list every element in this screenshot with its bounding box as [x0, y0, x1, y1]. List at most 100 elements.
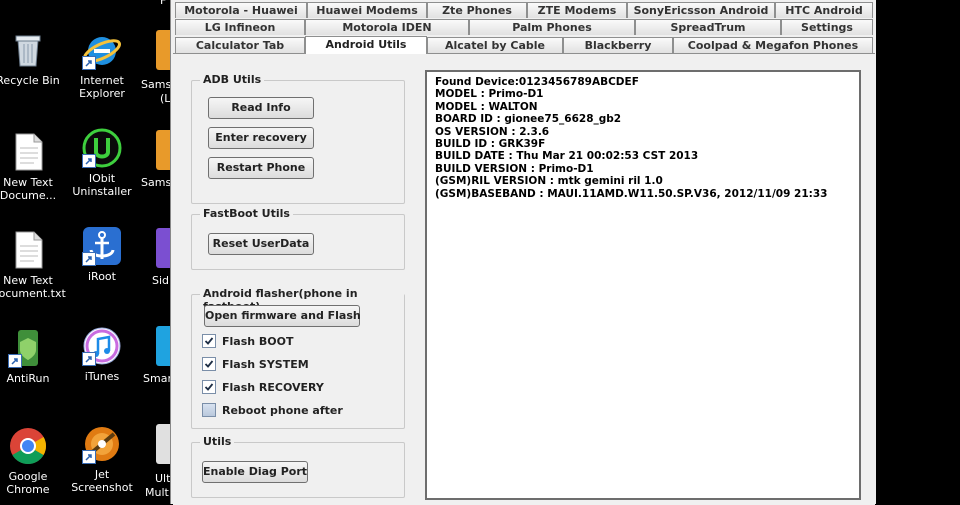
- checkbox-label: Flash RECOVERY: [222, 381, 324, 394]
- log-line: BUILD VERSION : Primo-D1: [435, 162, 594, 175]
- restart-phone-button[interactable]: Restart Phone: [208, 157, 314, 179]
- tab-strip: Motorola - Huawei Huawei Modems Zte Phon…: [171, 0, 877, 56]
- log-line: BUILD DATE : Thu Mar 21 00:02:53 CST 201…: [435, 150, 699, 163]
- open-firmware-and-flash-button[interactable]: Open firmware and Flash: [204, 305, 361, 327]
- desktop-icon-label: IObit Uninstaller: [72, 172, 132, 198]
- desktop-background-right: [876, 0, 960, 504]
- tab-lg-infineon[interactable]: LG Infineon: [175, 19, 305, 35]
- group-title: FastBoot Utils: [200, 207, 293, 220]
- group-android-flasher: Android flasher(phone in fastboot) Open …: [191, 287, 405, 429]
- desktop-icon-iroot[interactable]: iRoot: [62, 226, 142, 283]
- log-line: BUILD ID : GRK39F: [435, 138, 546, 151]
- desktop-icon-text-document-1[interactable]: New Text Docume...: [0, 132, 68, 202]
- tab-calculator[interactable]: Calculator Tab: [175, 37, 305, 53]
- group-title: ADB Utils: [200, 73, 265, 86]
- desktop-icon-label-partial: Smar: [143, 372, 172, 385]
- jet-screenshot-icon: [82, 424, 122, 464]
- checkbox-checked-icon: [202, 357, 216, 371]
- desktop-icon-iobit-uninstaller[interactable]: IObit Uninstaller: [62, 128, 142, 198]
- log-line: MODEL : Primo-D1: [435, 88, 544, 101]
- iobit-uninstaller-icon: [82, 128, 122, 168]
- desktop-icon-jet-screenshot[interactable]: Jet Screenshot: [62, 424, 142, 494]
- desktop-icon-google-chrome[interactable]: Google Chrome: [0, 426, 68, 496]
- app-window: Motorola - Huawei Huawei Modems Zte Phon…: [170, 0, 877, 505]
- tab-alcatel-by-cable[interactable]: Alcatel by Cable: [427, 37, 563, 53]
- chrome-icon: [8, 426, 48, 466]
- reboot-phone-after-checkbox[interactable]: Reboot phone after: [202, 403, 343, 419]
- shortcut-arrow-icon: [8, 354, 22, 368]
- itunes-icon: [82, 326, 122, 366]
- checkbox-unchecked-icon: [202, 403, 216, 417]
- log-line: MODEL : WALTON: [435, 100, 538, 113]
- desktop-icon-label: Google Chrome: [6, 470, 50, 496]
- log-line: Found Device:0123456789ABCDEF: [435, 76, 639, 88]
- tab-motorola-iden[interactable]: Motorola IDEN: [305, 19, 469, 35]
- flash-boot-checkbox[interactable]: Flash BOOT: [202, 334, 294, 350]
- flash-system-checkbox[interactable]: Flash SYSTEM: [202, 357, 309, 373]
- desktop-icon-text-document-2[interactable]: New Text Document.txt: [0, 230, 68, 300]
- checkbox-checked-icon: [202, 380, 216, 394]
- tab-huawei-modems[interactable]: Huawei Modems: [307, 2, 427, 18]
- flash-recovery-checkbox[interactable]: Flash RECOVERY: [202, 380, 324, 396]
- checkbox-checked-icon: [202, 334, 216, 348]
- desktop-icon-label: New Text Docume...: [0, 176, 57, 202]
- desktop-icon-internet-explorer[interactable]: Internet Explorer: [62, 30, 142, 100]
- desktop-icon-antirun[interactable]: AntiRun: [0, 328, 68, 385]
- group-adb-utils: ADB Utils Read Info Enter recovery Resta…: [191, 73, 405, 204]
- tab-zte-modems[interactable]: ZTE Modems: [527, 2, 627, 18]
- tab-blackberry[interactable]: Blackberry: [563, 37, 673, 53]
- anchor-icon: [82, 226, 122, 266]
- tab-motorola-huawei[interactable]: Motorola - Huawei: [175, 2, 307, 18]
- tab-content-android-utils: ADB Utils Read Info Enter recovery Resta…: [173, 53, 875, 505]
- group-fastboot-utils: FastBoot Utils Reset UserData: [191, 207, 405, 270]
- group-utils: Utils Enable Diag Port: [191, 435, 405, 498]
- shortcut-arrow-icon: [82, 352, 96, 366]
- tab-sonyericsson-android[interactable]: SonyEricsson Android: [627, 2, 775, 18]
- desktop-icon-label: iRoot: [88, 270, 116, 283]
- shortcut-arrow-icon: [82, 56, 96, 70]
- desktop-icon-label: AntiRun: [6, 372, 50, 385]
- samsung-kies-icon: [156, 30, 170, 70]
- tab-android-utils[interactable]: Android Utils: [305, 36, 427, 54]
- desktop-icon-label: Recycle Bin: [0, 74, 60, 87]
- tab-zte-phones[interactable]: Zte Phones: [427, 2, 527, 18]
- app-icon: [156, 326, 170, 366]
- shortcut-arrow-icon: [82, 450, 96, 464]
- checkbox-label: Flash BOOT: [222, 335, 294, 348]
- antirun-icon: [8, 328, 48, 368]
- app-icon: [156, 228, 170, 268]
- desktop-icon-label-partial: (L: [160, 92, 171, 105]
- log-line: (GSM)RIL VERSION : mtk gemini ril 1.0: [435, 175, 663, 188]
- enter-recovery-button[interactable]: Enter recovery: [208, 127, 314, 149]
- checkbox-label: Flash SYSTEM: [222, 358, 309, 371]
- recycle-bin-icon: [8, 30, 48, 70]
- desktop-icon-label: iTunes: [84, 370, 120, 383]
- log-line: BOARD ID : gionee75_6628_gb2: [435, 113, 622, 126]
- desktop-icon-label: Jet Screenshot: [71, 468, 133, 494]
- desktop-icon-label-partial: Mult: [145, 486, 169, 499]
- desktop-icon-label: New Text Document.txt: [0, 274, 66, 300]
- log-output[interactable]: Found Device:0123456789ABCDEF MODEL : Pr…: [425, 70, 861, 500]
- internet-explorer-icon: [82, 30, 122, 70]
- read-info-button[interactable]: Read Info: [208, 97, 314, 119]
- desktop-icon-label-partial: Sid: [152, 274, 170, 287]
- text-document-icon: [8, 132, 48, 172]
- tab-spreadtrum[interactable]: SpreadTrum: [635, 19, 781, 35]
- desktop-icon-label: Internet Explorer: [79, 74, 125, 100]
- tab-settings[interactable]: Settings: [781, 19, 873, 35]
- tab-palm-phones[interactable]: Palm Phones: [469, 19, 635, 35]
- reset-userdata-button[interactable]: Reset UserData: [208, 233, 314, 255]
- checkbox-label: Reboot phone after: [222, 404, 343, 417]
- desktop-icon-recycle-bin[interactable]: Recycle Bin: [0, 30, 68, 87]
- tab-htc-android[interactable]: HTC Android: [775, 2, 873, 18]
- app-icon: [156, 424, 170, 464]
- enable-diag-port-button[interactable]: Enable Diag Port: [202, 461, 308, 483]
- log-line: OS VERSION : 2.3.6: [435, 125, 550, 138]
- group-title: Utils: [200, 435, 235, 448]
- tab-coolpad-megafon[interactable]: Coolpad & Megafon Phones: [673, 37, 873, 53]
- desktop-icon-itunes[interactable]: iTunes: [62, 326, 142, 383]
- desktop-icon-label-partial: Ult: [155, 472, 171, 485]
- shortcut-arrow-icon: [82, 154, 96, 168]
- shortcut-arrow-icon: [82, 252, 96, 266]
- log-line: (GSM)BASEBAND : MAUI.11AMD.W11.50.SP.V36…: [435, 187, 828, 200]
